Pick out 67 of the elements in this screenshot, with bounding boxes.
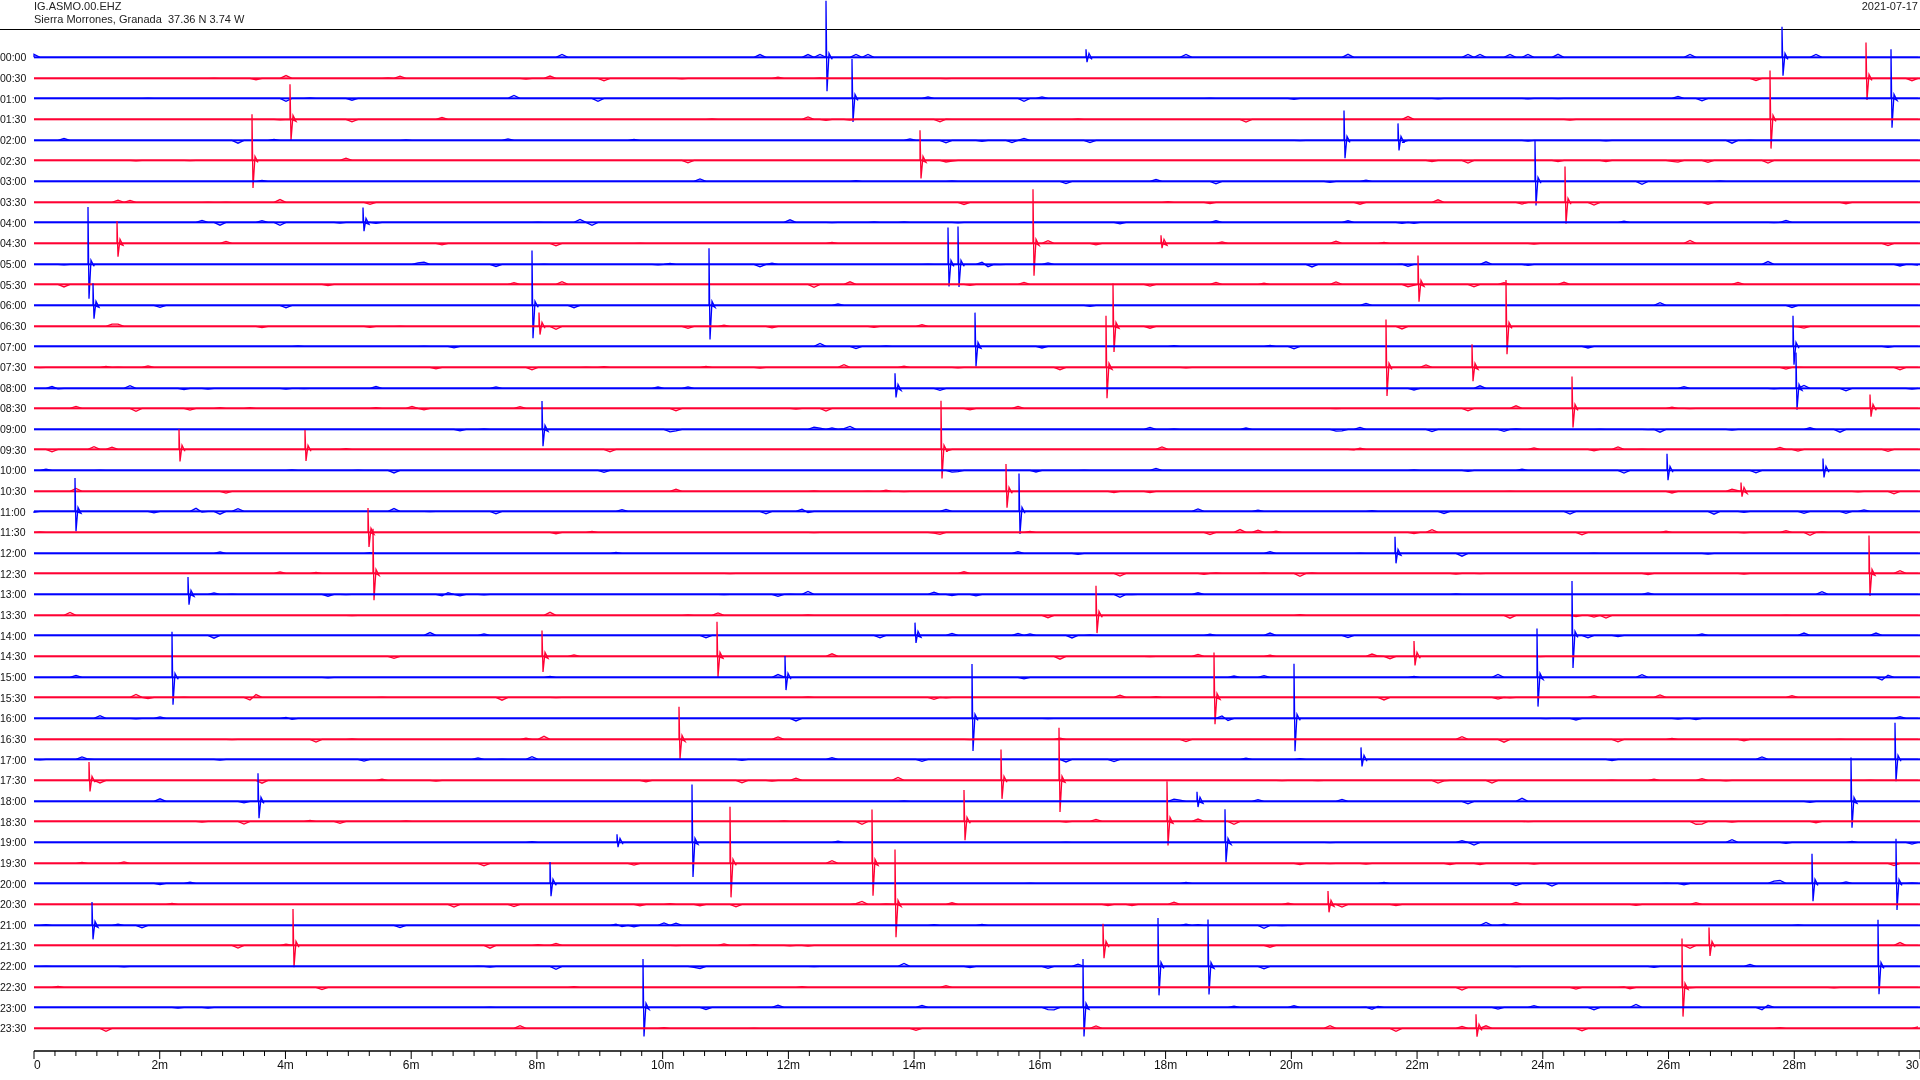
tick-label: 12m [776,1057,801,1072]
time-label: 16:30 [0,733,28,745]
tick-label: 22m [1405,1057,1429,1072]
time-label: 03:00 [0,175,28,188]
time-label: 01:00 [0,92,28,105]
time-label: 17:30 [0,774,28,787]
station-code: IG.ASMO.00.EHZ [34,0,123,13]
time-label: 02:00 [0,133,28,146]
tick-label: 8m [528,1057,546,1072]
time-label: 07:00 [0,340,28,353]
time-label: 05:30 [0,278,28,291]
time-label: 23:00 [0,1001,28,1014]
time-label: 16:00 [0,712,28,725]
time-label: 19:00 [0,836,28,849]
time-label: 08:30 [0,402,28,415]
tick-label: 14m [902,1057,926,1072]
time-label: 04:00 [0,216,28,229]
time-label: 11:00 [0,505,27,518]
time-label: 04:30 [0,237,28,250]
time-label: 13:00 [0,588,28,601]
time-label: 22:30 [0,980,28,993]
time-label: 07:30 [0,361,28,374]
tick-label: 2m [151,1057,169,1072]
tick-label: 24m [1531,1057,1555,1072]
time-label: 06:30 [0,319,28,332]
time-label: 12:00 [0,547,28,560]
time-label: 14:00 [0,629,28,642]
time-label: 01:30 [0,113,28,126]
time-label: 09:00 [0,423,28,436]
time-label: 18:00 [0,794,28,807]
tick-label: 26m [1656,1057,1681,1072]
time-label: 14:30 [0,650,28,663]
time-label: 10:30 [0,485,28,498]
time-label: 11:30 [0,526,27,539]
time-label: 09:30 [0,443,28,456]
time-label: 02:30 [0,154,28,167]
tick-label: 30 [1905,1057,1919,1072]
tick-label: 0 [34,1057,41,1072]
time-label: 08:00 [0,381,28,394]
tick-label: 4m [277,1057,294,1072]
time-label: 13:30 [0,609,28,622]
time-label: 17:00 [0,753,28,766]
station-location: Sierra Morrones, Granada 37.36 N 3.74 W [34,13,245,26]
time-label: 15:30 [0,691,28,704]
time-label: 15:00 [0,671,28,683]
time-label: 20:30 [0,898,28,911]
tick-label: 10m [651,1057,675,1072]
time-label: 06:00 [0,299,28,312]
time-label: 21:30 [0,939,28,952]
record-date: 2021-07-17 [1861,0,1919,14]
time-label: 18:30 [0,815,28,828]
time-label: 00:30 [0,72,28,84]
tick-label: 18m [1153,1057,1178,1072]
time-label: 20:00 [0,877,28,890]
tick-label: 28m [1782,1057,1806,1072]
time-label: 00:00 [0,51,28,64]
time-label: 22:00 [0,960,28,973]
time-label: 21:00 [0,918,28,931]
time-label: 03:30 [0,195,28,208]
time-label: 23:30 [0,1022,28,1035]
tick-label: 20m [1279,1057,1303,1072]
time-label: 05:00 [0,257,28,270]
tick-label: 6m [402,1057,420,1072]
time-label: 12:30 [0,567,28,580]
time-label: 19:30 [0,856,28,869]
tick-label: 16m [1028,1057,1052,1072]
time-label: 10:00 [0,464,28,477]
